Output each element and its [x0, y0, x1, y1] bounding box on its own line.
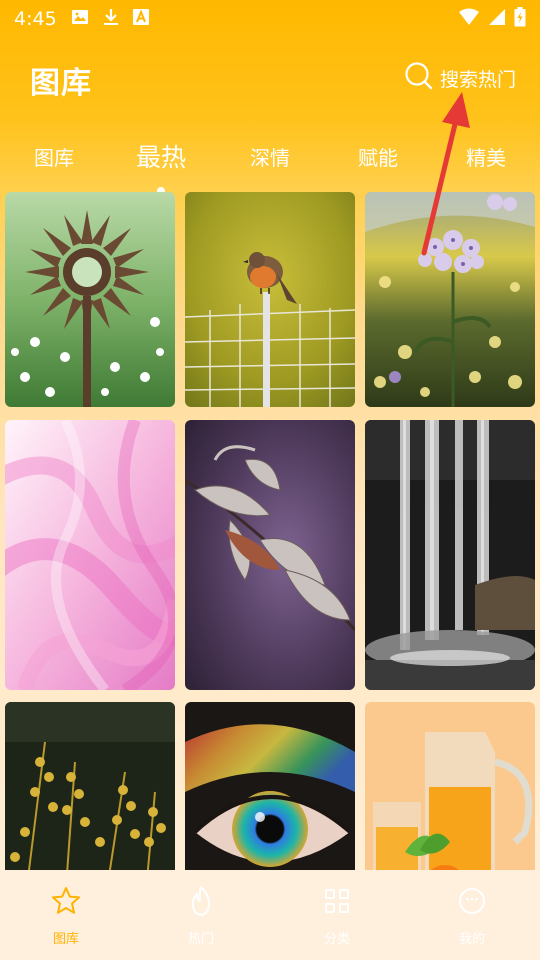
search-button[interactable]: 搜索热门 [404, 61, 516, 96]
wallpaper-image [365, 702, 535, 870]
page-title: 图库 [30, 66, 92, 101]
a-badge-icon [132, 9, 149, 29]
wallpaper-image [185, 702, 355, 870]
status-bar: 4:45 [0, 0, 540, 38]
flame-icon [156, 884, 246, 918]
status-time: 4:45 [14, 8, 57, 30]
tab-label: 最热 [135, 143, 187, 172]
wallpaper-tile[interactable] [185, 192, 355, 407]
nav-category[interactable]: 分类 [292, 884, 382, 947]
nav-label: 分类 [323, 932, 350, 947]
wallpaper-image [5, 192, 175, 407]
wallpaper-grid [5, 192, 535, 870]
wallpaper-image [365, 420, 535, 690]
nav-label: 我的 [458, 932, 485, 947]
status-left: 4:45 [14, 8, 149, 30]
wallpaper-image [365, 192, 535, 407]
wallpaper-image [185, 192, 355, 407]
tab-label: 深情 [250, 146, 290, 170]
tab-label: 赋能 [358, 146, 398, 170]
nav-hot[interactable]: 热门 [156, 884, 246, 947]
wallpaper-tile[interactable] [5, 192, 175, 407]
tab-gallery[interactable]: 图库 [34, 142, 74, 171]
wallpaper-image [5, 702, 175, 870]
smile-icon [427, 884, 517, 918]
wallpaper-tile[interactable] [185, 702, 355, 870]
tab-affection[interactable]: 深情 [250, 142, 290, 171]
wallpaper-tile[interactable] [365, 420, 535, 690]
app-header: 图库 搜索热门 [0, 58, 540, 102]
wallpaper-image [185, 420, 355, 690]
nav-mine[interactable]: 我的 [427, 884, 517, 947]
image-icon [71, 9, 89, 29]
battery-icon [514, 7, 526, 31]
wallpaper-tile[interactable] [185, 420, 355, 690]
wallpaper-tile[interactable] [5, 420, 175, 690]
wallpaper-tile[interactable] [5, 702, 175, 870]
category-tabs: 图库 最热 深情 赋能 精美 [0, 134, 540, 195]
nav-gallery[interactable]: 图库 [21, 884, 111, 947]
status-right [458, 7, 526, 31]
search-icon [404, 61, 434, 96]
grid-icon [292, 884, 382, 918]
wallpaper-image [5, 420, 175, 690]
tab-exquisite[interactable]: 精美 [466, 142, 506, 171]
wallpaper-tile[interactable] [365, 192, 535, 407]
tab-label: 图库 [34, 146, 74, 170]
wallpaper-tile[interactable] [365, 702, 535, 870]
tab-empower[interactable]: 赋能 [358, 142, 398, 171]
search-label: 搜索热门 [439, 69, 516, 91]
bottom-navigation: 图库 热门 分类 我的 [0, 870, 540, 960]
signal-icon [488, 8, 506, 30]
nav-label: 热门 [187, 932, 214, 947]
star-icon [21, 884, 111, 918]
wifi-icon [458, 8, 480, 30]
tab-label: 精美 [466, 146, 506, 170]
nav-label: 图库 [52, 932, 79, 947]
tab-hottest[interactable]: 最热 [135, 138, 187, 195]
download-icon [103, 8, 119, 30]
